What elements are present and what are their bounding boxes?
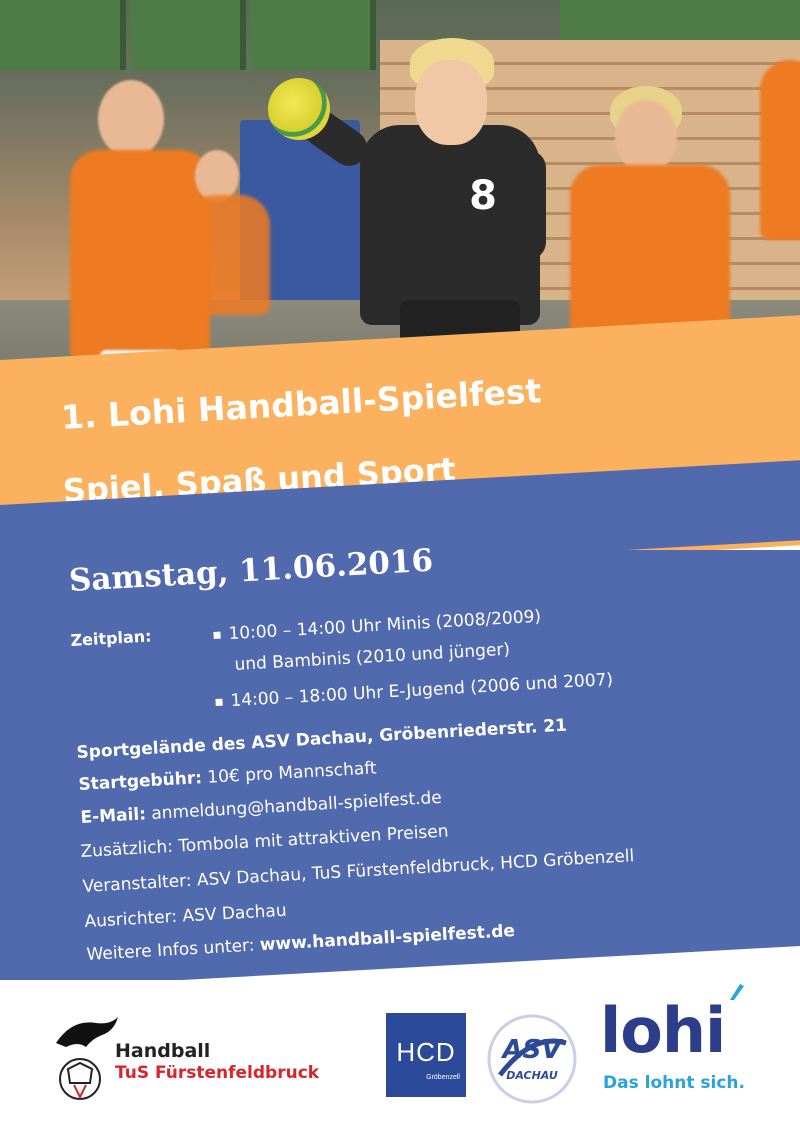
tus-line1: Handball <box>115 1040 211 1062</box>
hcd-sub: Gröbenzell <box>426 1074 460 1081</box>
gym-window <box>250 0 376 70</box>
player-orange-jersey <box>570 165 730 345</box>
gym-window <box>0 0 126 70</box>
asv-dachau-logo: ASV DACHAU <box>486 1013 578 1105</box>
hcd-groebenzell-logo: HCD Gröbenzell <box>386 1013 466 1097</box>
panther-handball-icon <box>56 1017 118 1100</box>
email-label: E-Mail: <box>80 804 147 828</box>
player-head <box>98 80 164 158</box>
lohi-wordmark: lohi <box>600 994 726 1067</box>
asv-text: ASV <box>502 1035 562 1065</box>
lohi-logo: lohi Das lohnt sich. <box>600 978 760 1108</box>
player-head <box>415 60 487 145</box>
hcd-text: HCD <box>396 1037 456 1067</box>
bullet-icon <box>215 698 223 706</box>
bullet-icon <box>213 631 221 639</box>
player-orange-jersey <box>760 60 800 240</box>
player-head <box>615 100 677 174</box>
player-black-jersey <box>360 125 540 325</box>
tus-fuerstenfeldbruck-logo: Handball TuS Fürstenfeldbruck <box>52 1013 372 1103</box>
handball-ball <box>268 78 330 140</box>
gym-window <box>130 0 246 70</box>
tus-line2: TuS Fürstenfeldbruck <box>115 1063 320 1083</box>
asv-sub: DACHAU <box>506 1069 558 1082</box>
gym-window <box>560 0 800 40</box>
jersey-number: 8 <box>469 173 497 219</box>
lohi-accent-icon <box>730 984 744 1000</box>
player-orange-jersey <box>185 195 270 315</box>
lohi-tagline: Das lohnt sich. <box>603 1073 745 1093</box>
